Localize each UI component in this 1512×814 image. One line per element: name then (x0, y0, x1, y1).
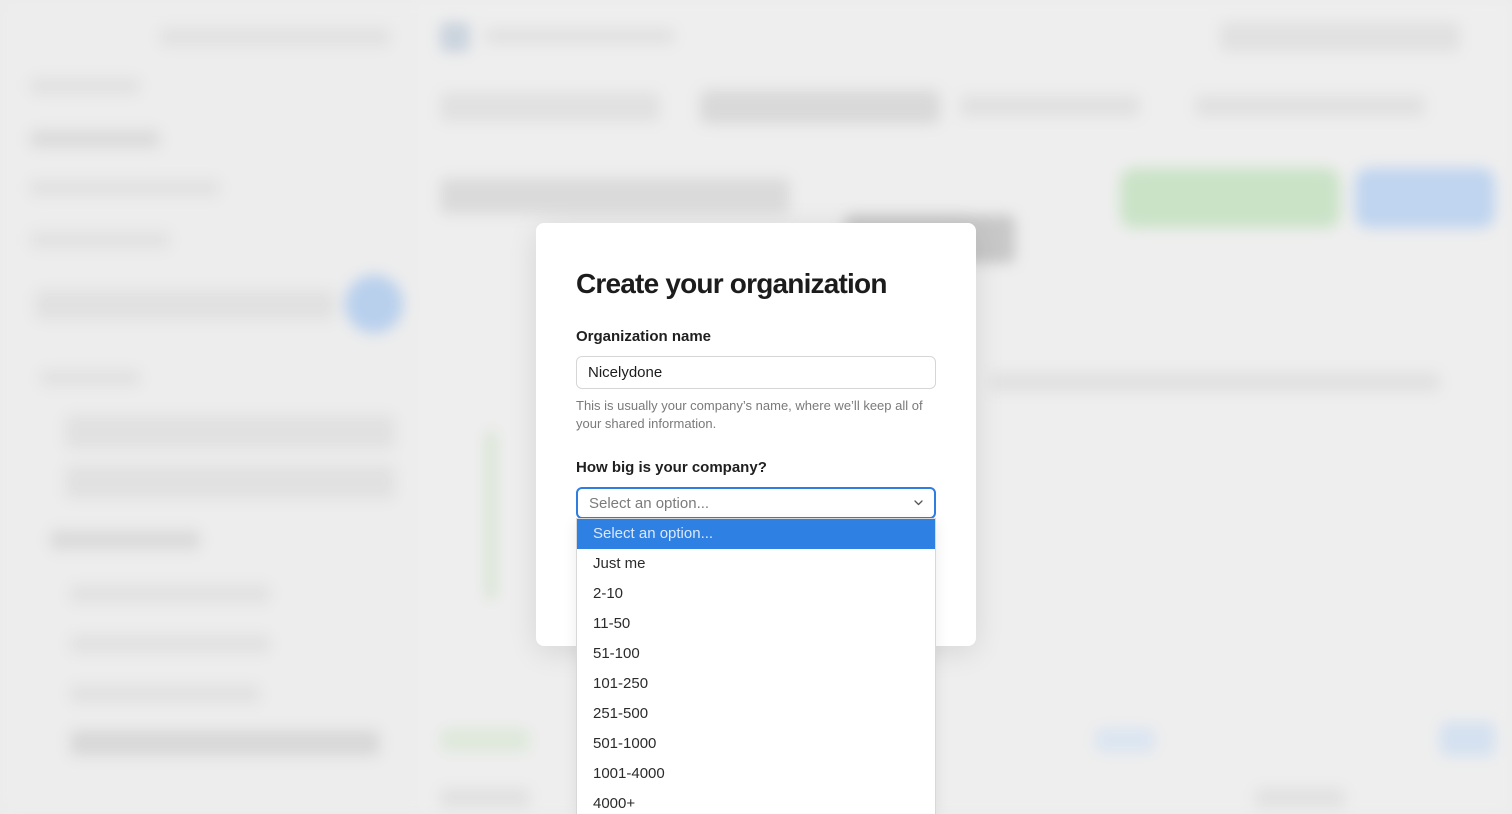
dropdown-option[interactable]: Select an option... (577, 519, 935, 549)
company-size-selected-value: Select an option... (589, 494, 710, 512)
company-size-select[interactable]: Select an option... (576, 487, 936, 519)
dropdown-option[interactable]: 251-500 (577, 699, 935, 729)
chevron-down-icon (913, 498, 923, 508)
org-name-input[interactable] (576, 356, 936, 389)
dropdown-option[interactable]: 501-1000 (577, 729, 935, 759)
company-size-label: How big is your company? (576, 459, 767, 476)
dropdown-option[interactable]: 2-10 (577, 579, 935, 609)
dropdown-option[interactable]: 4000+ (577, 789, 935, 814)
dropdown-option[interactable]: Just me (577, 549, 935, 579)
org-name-helper: This is usually your company’s name, whe… (576, 398, 923, 431)
company-size-dropdown: Select an option... Just me 2-10 11-50 5… (576, 518, 936, 814)
dropdown-option[interactable]: 1001-4000 (577, 759, 935, 789)
dropdown-option[interactable]: 101-250 (577, 669, 935, 699)
dropdown-option[interactable]: 51-100 (577, 639, 935, 669)
org-name-label: Organization name (576, 328, 712, 345)
dropdown-option[interactable]: 11-50 (577, 609, 935, 639)
modal-title: Create your organization (576, 268, 887, 299)
